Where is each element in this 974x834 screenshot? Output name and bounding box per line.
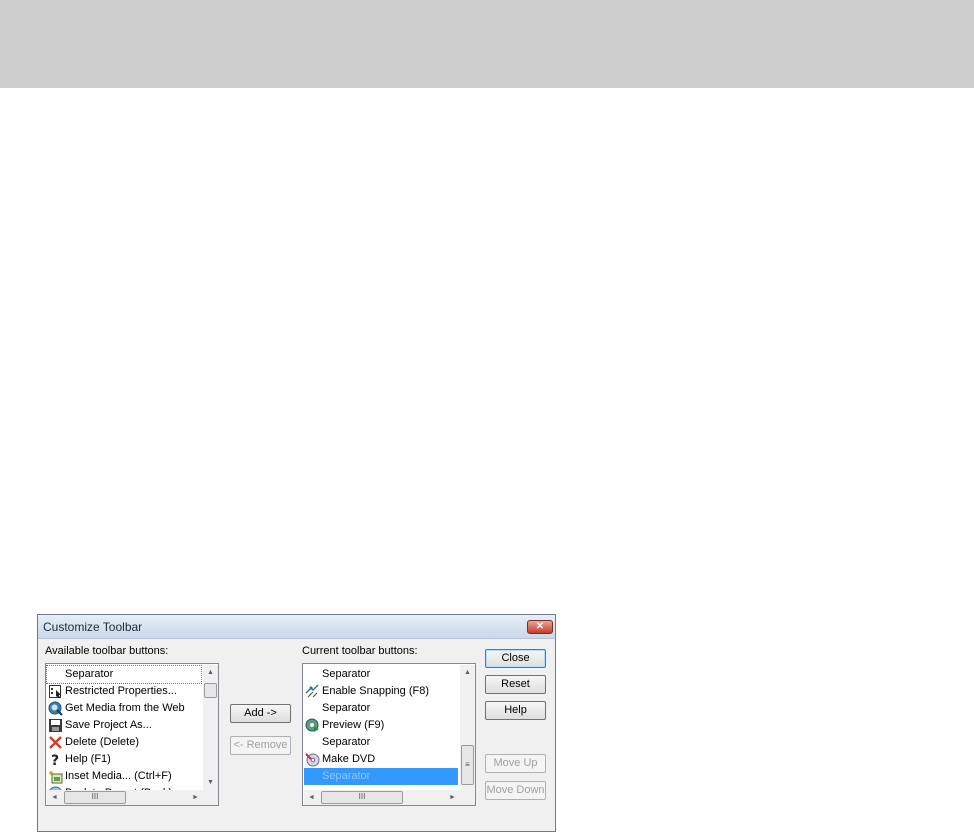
list-item[interactable]: Separator — [304, 666, 458, 683]
close-button[interactable]: Close — [485, 649, 546, 668]
current-buttons-label: Current toolbar buttons: — [302, 645, 418, 657]
list-item[interactable]: Separator — [304, 700, 458, 717]
save-icon — [49, 719, 62, 732]
help-button[interactable]: Help — [485, 701, 546, 720]
available-horizontal-scrollbar[interactable]: ◄ III ► — [47, 790, 203, 805]
list-item[interactable]: Delete (Delete) — [47, 734, 201, 751]
scroll-right-button[interactable]: ► — [188, 790, 203, 805]
list-item[interactable]: Separator — [46, 665, 202, 684]
available-buttons-list[interactable]: Separator Restricted Properties... Get M… — [45, 663, 219, 806]
list-item[interactable]: Make DVD — [304, 751, 458, 768]
current-buttons-list[interactable]: Separator Enable Snapping (F8) Separator… — [302, 663, 476, 806]
list-item[interactable]: Get Media from the Web — [47, 700, 201, 717]
scroll-up-button[interactable]: ▲ — [460, 665, 475, 680]
move-up-button[interactable]: Move Up — [485, 754, 546, 773]
scroll-thumb[interactable]: ≡ — [461, 745, 474, 785]
scroll-thumb[interactable] — [204, 683, 217, 698]
top-banner — [0, 0, 974, 88]
insert-media-icon — [49, 771, 63, 784]
customize-toolbar-dialog: Customize Toolbar ✕ Available toolbar bu… — [37, 614, 556, 832]
list-item[interactable]: Preview (F9) — [304, 717, 458, 734]
snapping-icon — [305, 684, 319, 698]
scroll-thumb[interactable]: III — [321, 791, 403, 804]
available-buttons-label: Available toolbar buttons: — [45, 645, 169, 657]
scrollbar-corner — [203, 790, 218, 805]
properties-icon — [49, 685, 61, 698]
preview-icon — [305, 718, 319, 732]
web-media-icon — [48, 701, 63, 716]
list-item[interactable]: Separator — [304, 734, 458, 751]
help-icon: ? — [51, 753, 59, 767]
scroll-left-button[interactable]: ◄ — [47, 790, 62, 805]
scroll-left-button[interactable]: ◄ — [304, 790, 319, 805]
list-item[interactable]: Inset Media... (Ctrl+F) — [47, 768, 201, 785]
move-down-button[interactable]: Move Down — [485, 781, 546, 800]
list-item[interactable]: Enable Snapping (F8) — [304, 683, 458, 700]
svg-text:?: ? — [51, 753, 59, 767]
remove-button[interactable]: <- Remove — [230, 736, 291, 755]
add-button[interactable]: Add -> — [230, 704, 291, 723]
delete-icon — [49, 736, 62, 749]
scroll-up-button[interactable]: ▲ — [203, 665, 218, 680]
list-item-selected[interactable]: Separator — [304, 768, 458, 785]
current-vertical-scrollbar[interactable]: ▲ ≡ ▼ — [460, 665, 475, 796]
reset-button[interactable]: Reset — [485, 675, 546, 694]
list-item[interactable]: ? Help (F1) — [47, 751, 201, 768]
close-icon[interactable]: ✕ — [527, 620, 553, 634]
make-dvd-icon — [305, 753, 320, 767]
list-item[interactable]: Restricted Properties... — [47, 683, 201, 700]
scroll-down-button[interactable]: ▼ — [203, 775, 218, 790]
scroll-thumb[interactable]: III — [64, 791, 126, 804]
scroll-right-button[interactable]: ► — [445, 790, 460, 805]
scrollbar-corner — [460, 790, 475, 805]
current-horizontal-scrollbar[interactable]: ◄ III ► — [304, 790, 460, 805]
available-vertical-scrollbar[interactable]: ▲ ▼ — [203, 665, 218, 790]
dialog-title: Customize Toolbar — [43, 620, 143, 634]
list-item[interactable]: Save Project As... — [47, 717, 201, 734]
dialog-titlebar[interactable]: Customize Toolbar ✕ — [38, 615, 555, 639]
